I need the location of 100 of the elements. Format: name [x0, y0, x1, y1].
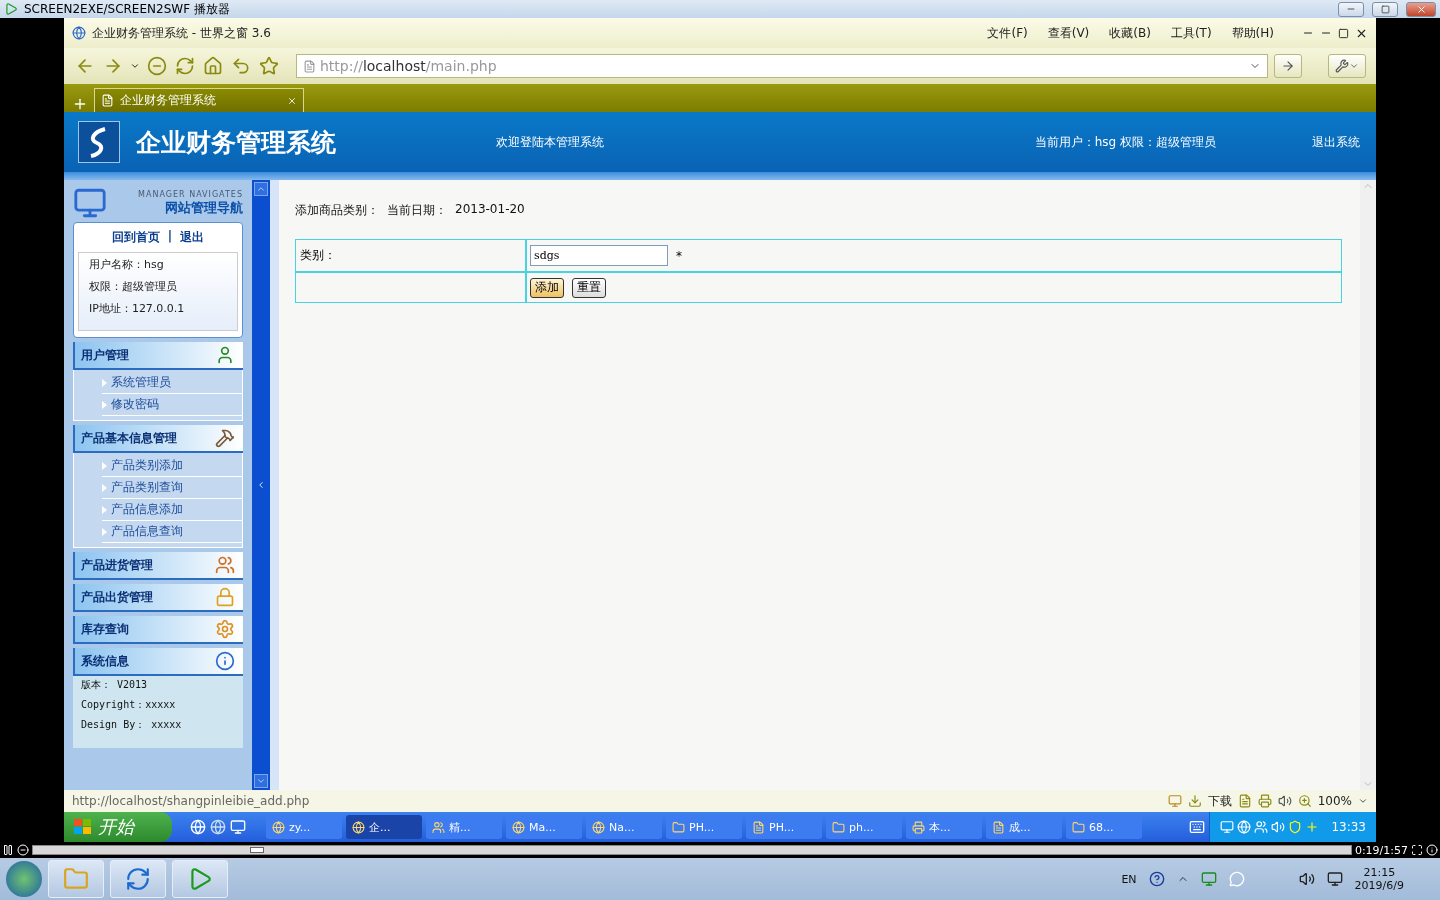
welcome-text: 欢迎登陆本管理系统 [496, 133, 604, 151]
taskbar-button[interactable]: 成... [986, 815, 1062, 839]
globe-icon [272, 820, 285, 834]
pinned-app[interactable] [48, 860, 104, 898]
menu-section-header[interactable]: 产品进货管理 [73, 552, 243, 580]
chat-icon[interactable] [1228, 871, 1245, 887]
monitor-icon[interactable] [230, 819, 246, 835]
restore-icon [1380, 4, 1390, 14]
menu-item[interactable]: 工具(T) [1170, 24, 1212, 42]
taskbar-button[interactable]: PH... [666, 815, 742, 839]
plus-icon[interactable] [1305, 820, 1320, 834]
address-field[interactable]: http://localhost/main.php [296, 54, 1268, 78]
add-button[interactable]: 添加 [530, 277, 564, 298]
zoom-icon[interactable] [1297, 794, 1312, 808]
restore-button[interactable] [1372, 1, 1398, 17]
language-indicator[interactable]: EN [1121, 872, 1137, 886]
taskbar-button[interactable]: PH... [746, 815, 822, 839]
scroll-down-button[interactable] [254, 774, 268, 788]
taskbar-button[interactable]: Na... [586, 815, 662, 839]
taskbar-button[interactable]: ph... [826, 815, 902, 839]
go-button[interactable] [1274, 54, 1302, 78]
people-icon[interactable] [1254, 820, 1269, 834]
shield-icon[interactable] [1288, 820, 1303, 834]
menu-item[interactable]: 修改密码 [102, 394, 242, 416]
pause-icon[interactable] [2, 844, 14, 856]
menu-item[interactable]: 产品信息添加 [102, 499, 242, 521]
keyboard-icon[interactable] [1189, 819, 1206, 835]
progress-thumb[interactable] [250, 847, 265, 853]
taskbar-button[interactable]: 企... [346, 815, 422, 839]
new-tab-icon[interactable] [72, 96, 88, 112]
caret-icon [1358, 796, 1368, 806]
caret-icon [256, 776, 266, 786]
triangle-icon [102, 400, 107, 409]
page-heading: 添加商品类别： [295, 202, 379, 219]
logout-link[interactable]: 退出系统 [1312, 133, 1360, 151]
collapse-icon[interactable] [256, 480, 266, 490]
printer-icon[interactable] [1257, 794, 1272, 808]
menu-item[interactable]: 收藏(B) [1109, 24, 1151, 42]
date-label: 当前日期： [387, 202, 447, 219]
star-icon[interactable] [259, 56, 279, 76]
close-button[interactable] [1406, 1, 1436, 17]
menu-item[interactable]: 查看(V) [1047, 24, 1090, 42]
sidebar-scrollbar[interactable] [252, 180, 270, 790]
undo-icon[interactable] [231, 56, 251, 76]
taskbar-button[interactable]: 精... [426, 815, 502, 839]
taskbar-button[interactable]: Ma... [506, 815, 582, 839]
browser-title: 企业财务管理系统 - 世界之窗 3.6 [92, 24, 271, 42]
zoom-level[interactable]: 100% [1317, 794, 1352, 808]
scrollbar[interactable] [1360, 180, 1376, 790]
download-label[interactable]: 下载 [1207, 792, 1232, 810]
reset-button[interactable]: 重置 [572, 277, 606, 298]
browser-tab[interactable]: 企业财务管理系统 [94, 88, 304, 112]
taskbar-button[interactable]: 68... [1066, 815, 1142, 839]
taskbar-button[interactable]: zy... [266, 815, 342, 839]
menu-section-header[interactable]: 库存查询 [73, 616, 243, 644]
site-title: 企业财务管理系统 [136, 126, 337, 159]
globe-icon[interactable] [210, 819, 226, 835]
minimize-button[interactable] [1338, 1, 1364, 17]
wrench-icon [1335, 59, 1349, 73]
scroll-up-button[interactable] [254, 182, 268, 196]
menu-item[interactable]: 产品类别添加 [102, 455, 242, 477]
taskbar-button[interactable]: 本... [906, 815, 982, 839]
pinned-app[interactable] [110, 860, 166, 898]
menu-item[interactable]: 文件(F) [987, 24, 1028, 42]
menu-item[interactable]: 系统管理员 [102, 372, 242, 394]
pinned-app[interactable] [172, 860, 228, 898]
globe-icon [352, 820, 365, 834]
menu-section-header[interactable]: 系统信息 [73, 648, 243, 676]
fullscreen-icon[interactable] [1411, 844, 1423, 856]
menu-section-header[interactable]: 产品基本信息管理 [73, 425, 243, 453]
tools-button[interactable] [1328, 54, 1366, 78]
close-icon [1415, 3, 1427, 15]
speaker-icon[interactable] [1298, 871, 1315, 887]
exit-link[interactable]: 退出 [180, 229, 205, 246]
menu-section-header[interactable]: 产品出货管理 [73, 584, 243, 612]
category-input[interactable]: sdgs [530, 245, 668, 266]
address-text: http://localhost/main.php [320, 58, 497, 74]
monitor-icon[interactable] [1200, 871, 1217, 887]
info-line: Design By： xxxxx [81, 718, 183, 732]
progress-track[interactable] [32, 845, 1352, 855]
user-detail: IP地址：127.0.0.1 [89, 301, 186, 316]
document-icon[interactable] [1237, 794, 1252, 808]
help-icon[interactable] [1148, 871, 1165, 887]
triangle-icon [102, 461, 107, 470]
download-icon[interactable] [1187, 794, 1202, 808]
home-icon[interactable] [203, 56, 223, 76]
info-icon[interactable] [1426, 844, 1438, 856]
clock[interactable]: 21:15 2019/6/9 [1354, 866, 1404, 892]
refresh-icon[interactable] [175, 56, 195, 76]
page-icon [101, 94, 114, 107]
speaker-icon[interactable] [1277, 794, 1292, 808]
logo-icon [78, 121, 120, 163]
home-link[interactable]: 回到首页 [111, 229, 160, 246]
menu-item[interactable]: 产品类别查询 [102, 477, 242, 499]
menu-section-header[interactable]: 用户管理 [73, 342, 243, 370]
start-orb[interactable] [6, 861, 42, 897]
menu-item[interactable]: 帮助(H) [1231, 24, 1274, 42]
triangle-icon [102, 378, 107, 387]
restore-icon[interactable] [1338, 27, 1349, 39]
menu-item[interactable]: 产品信息查询 [102, 521, 242, 543]
